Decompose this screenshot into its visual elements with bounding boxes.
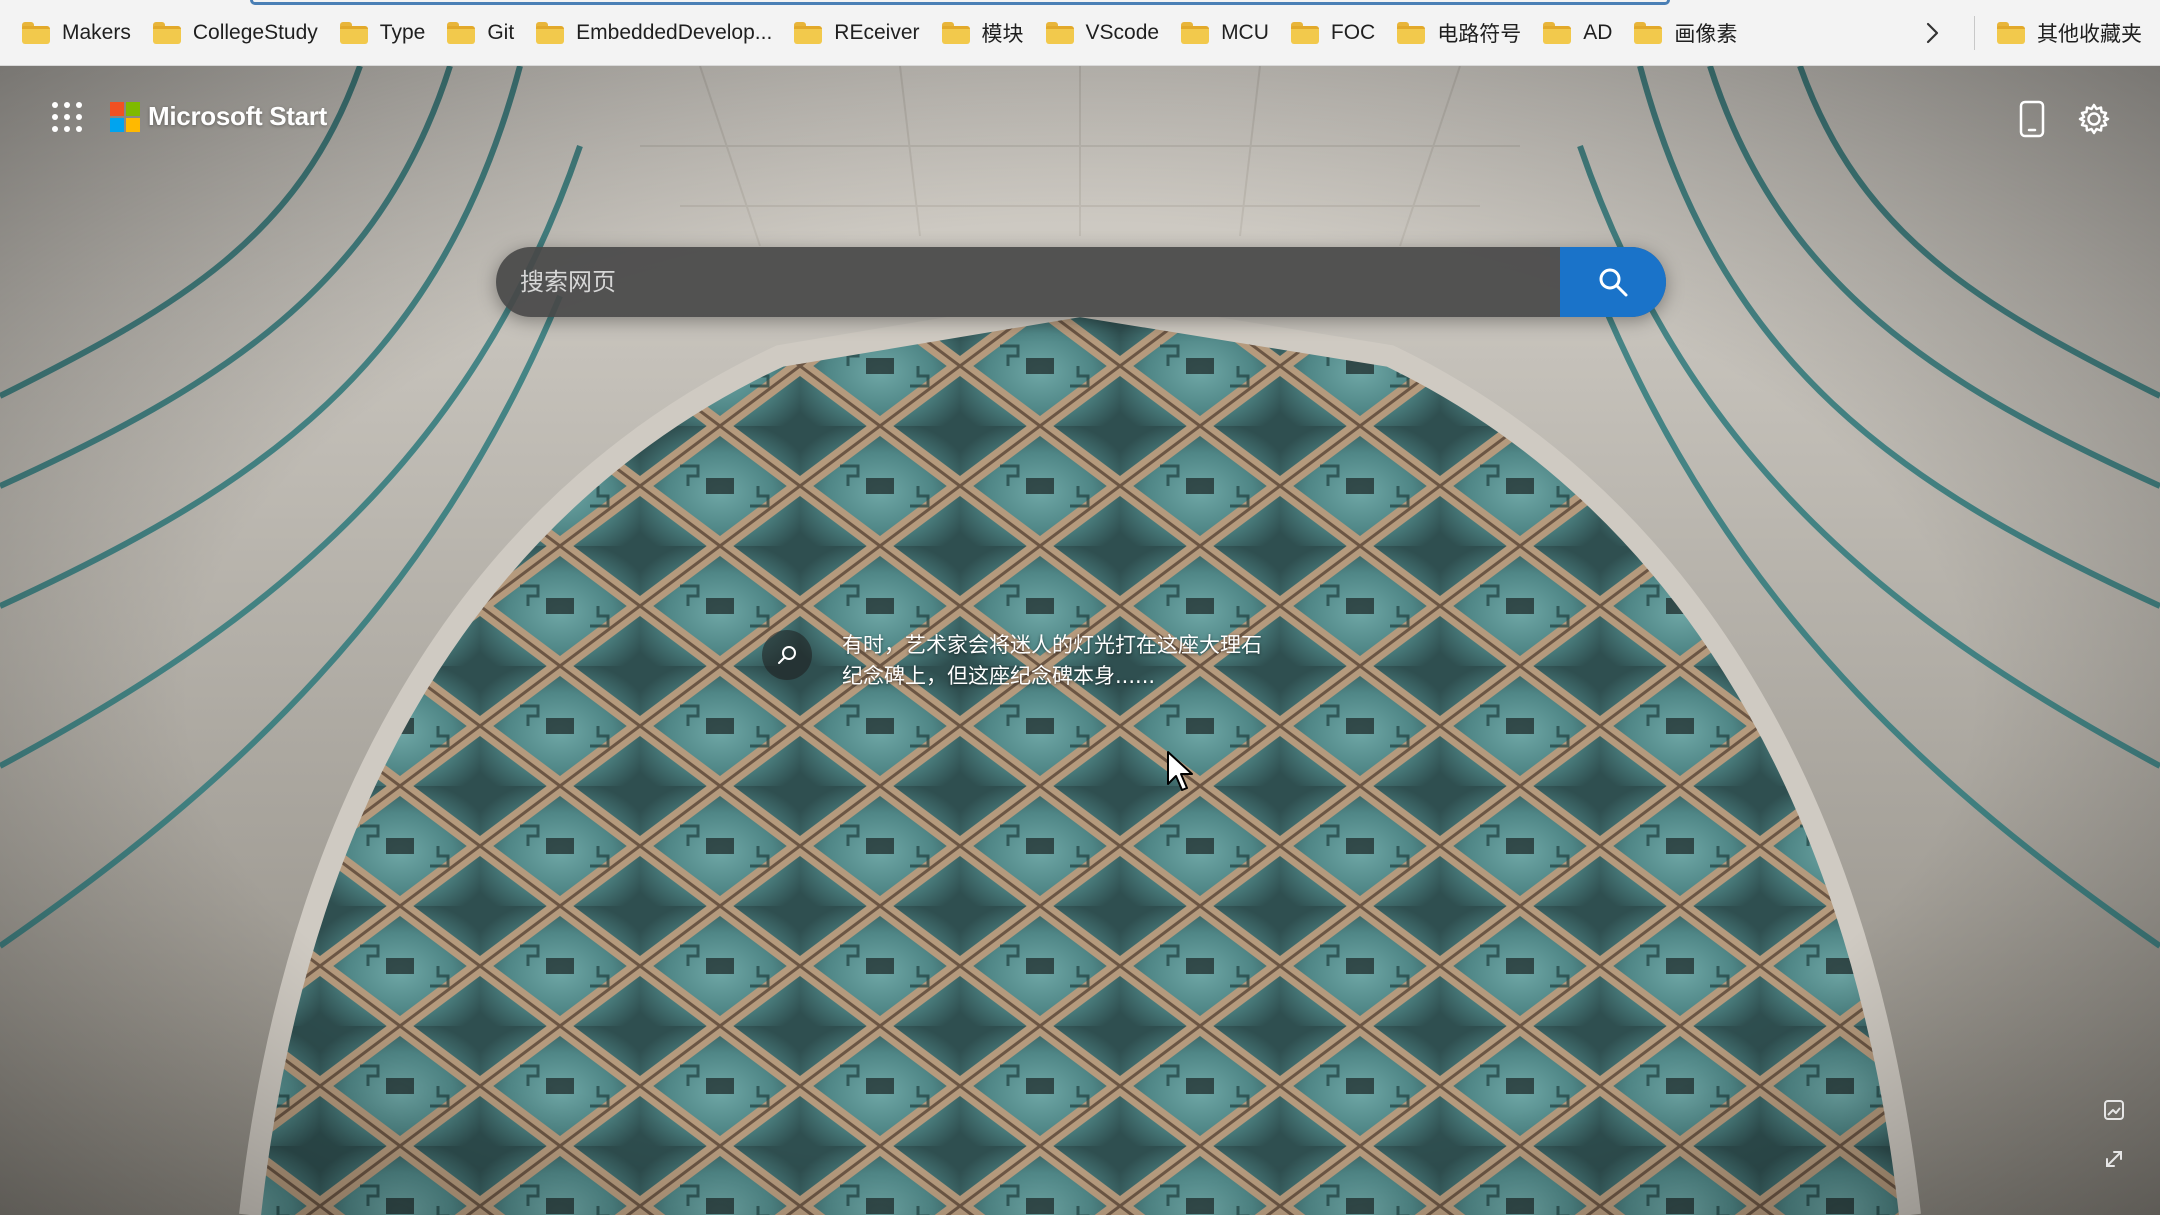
folder-icon xyxy=(794,21,823,44)
folder-icon xyxy=(1045,21,1074,44)
bookmark-folder-mcu[interactable]: MCU xyxy=(1177,11,1279,55)
folder-icon xyxy=(152,21,181,44)
bookmark-folder-pixel-art[interactable]: 画像素 xyxy=(1630,11,1747,55)
bookmark-folder-git[interactable]: Git xyxy=(443,11,524,55)
search-icon xyxy=(1599,268,1628,297)
image-description[interactable]: 有时，艺术家会将迷人的灯光打在这座大理石纪念碑上，但这座纪念碑本身...... xyxy=(842,630,1262,692)
brand-logo[interactable]: Microsoft Start xyxy=(110,101,327,132)
bookmark-other-favorites[interactable]: 其他收藏夹 xyxy=(1993,11,2152,55)
brand-name: Microsoft Start xyxy=(148,101,327,131)
folder-icon xyxy=(941,21,970,44)
image-icon[interactable] xyxy=(2096,1092,2132,1128)
bookmark-label: AD xyxy=(1583,20,1613,44)
phone-icon[interactable] xyxy=(2010,97,2054,141)
folder-icon xyxy=(1290,21,1319,44)
address-bar-edge xyxy=(250,0,1670,5)
bookmark-folder-modules[interactable]: 模块 xyxy=(938,11,1034,55)
search-bar xyxy=(496,247,1666,317)
bookmark-folder-type[interactable]: Type xyxy=(336,11,436,55)
bookmark-folder-vscode[interactable]: VScode xyxy=(1042,11,1170,55)
bookmark-label: 电路符号 xyxy=(1437,22,1522,46)
folder-icon xyxy=(1397,21,1426,44)
folder-icon xyxy=(447,21,476,44)
folder-icon xyxy=(536,21,565,44)
search-input[interactable] xyxy=(496,247,1560,317)
image-caption[interactable]: 有时，艺术家会将迷人的灯光打在这座大理石纪念碑上，但这座纪念碑本身...... xyxy=(762,630,1262,692)
bookmark-label: CollegeStudy xyxy=(192,20,318,44)
bookmark-label: FOC xyxy=(1330,20,1376,44)
bookmark-label: REceiver xyxy=(834,20,920,44)
bookmark-label: Type xyxy=(379,20,426,44)
bookmark-label: 画像素 xyxy=(1674,22,1738,46)
bookmark-label: MCU xyxy=(1221,20,1269,44)
bookmark-label: EmbeddedDevelop... xyxy=(576,20,773,44)
microsoft-logo-icon xyxy=(110,101,140,132)
gear-icon[interactable] xyxy=(2072,97,2116,141)
folder-icon xyxy=(1634,21,1663,44)
bookmark-folder-circuit-symbols[interactable]: 电路符号 xyxy=(1393,11,1531,55)
search-button[interactable] xyxy=(1560,247,1666,317)
bookmark-folder-foc[interactable]: FOC xyxy=(1287,11,1385,55)
mouse-cursor-icon xyxy=(1166,750,1196,799)
folder-icon xyxy=(339,21,368,44)
folder-icon xyxy=(22,21,50,44)
bookmark-label: Makers xyxy=(62,20,131,44)
bookmark-folder-makers[interactable]: Makers xyxy=(18,11,141,55)
folder-icon xyxy=(1181,21,1210,44)
expand-icon[interactable] xyxy=(2096,1141,2132,1177)
chevron-right-icon[interactable] xyxy=(1910,11,1954,55)
folder-icon xyxy=(1997,21,2025,44)
image-search-icon[interactable] xyxy=(762,630,812,680)
apps-grid-icon[interactable] xyxy=(52,102,82,132)
bookmark-label: Git xyxy=(487,20,515,44)
bookmarks-divider xyxy=(1974,15,1975,50)
bookmark-folder-receiver[interactable]: REceiver xyxy=(790,11,929,55)
bookmark-label: VScode xyxy=(1085,20,1160,44)
bookmark-folder-collegestudy[interactable]: CollegeStudy xyxy=(149,11,328,55)
bookmark-folder-embedded[interactable]: EmbeddedDevelop... xyxy=(532,11,782,55)
bookmark-folder-ad[interactable]: AD xyxy=(1539,11,1622,55)
bookmark-label: 其他收藏夹 xyxy=(2037,22,2142,46)
bookmark-label: 模块 xyxy=(981,22,1024,46)
bookmarks-bar: Makers CollegeStudy Type Git EmbeddedDev… xyxy=(0,0,2160,66)
folder-icon xyxy=(1543,21,1572,44)
